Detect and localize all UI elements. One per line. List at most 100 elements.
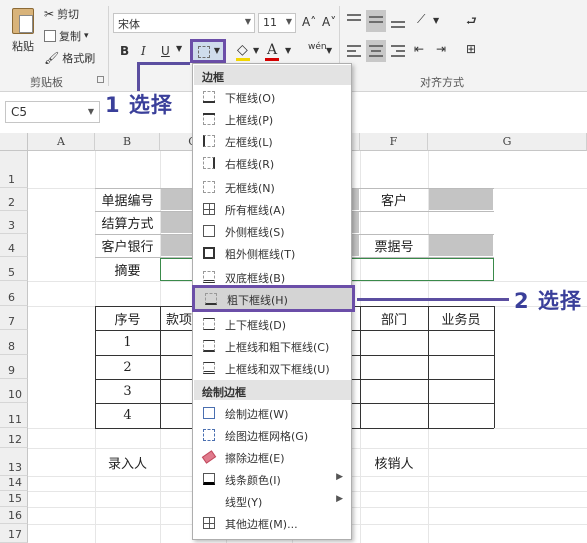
shrink-font-button[interactable]: A˅	[322, 15, 336, 29]
menu-item-more-borders[interactable]: 其他边框(M)...	[194, 512, 351, 534]
menu-item-thick-outside-borders[interactable]: 粗外侧框线(T)	[194, 242, 351, 264]
menu-item-no-border[interactable]: 无框线(N)	[194, 176, 351, 198]
input-cell[interactable]	[161, 212, 192, 233]
format-painter-button[interactable]: 🖌 格式刷	[44, 50, 95, 66]
increase-indent-icon[interactable]: ⇥	[436, 42, 446, 56]
fill-color-icon[interactable]: ◇	[237, 42, 248, 58]
align-left-button[interactable]	[345, 42, 363, 60]
top-double-bottom-border-icon	[203, 362, 215, 374]
align-right-button[interactable]	[389, 42, 407, 60]
font-name-select[interactable]: 宋体 ▼	[113, 13, 255, 33]
row-header[interactable]: 9	[0, 355, 28, 379]
row-header[interactable]: 10	[0, 379, 28, 403]
row-header[interactable]: 6	[0, 281, 28, 306]
column-header-b[interactable]: B	[95, 133, 160, 151]
menu-item-line-style[interactable]: 线型(Y) ▶	[194, 490, 351, 512]
underline-button[interactable]: U	[161, 44, 170, 58]
select-all-corner[interactable]	[0, 133, 28, 151]
decrease-indent-icon[interactable]: ⇤	[414, 42, 424, 56]
cell-b2[interactable]: 单据编号	[95, 188, 160, 211]
copy-button[interactable]: 复制 ▾	[44, 28, 89, 44]
copy-dropdown-icon[interactable]: ▾	[84, 31, 89, 41]
cell-b4[interactable]: 客户银行	[95, 234, 160, 257]
pinyin-button[interactable]: wén	[308, 42, 327, 52]
paste-button[interactable]: 粘贴	[8, 6, 38, 60]
cell-b11[interactable]: 4	[95, 403, 160, 428]
row-header[interactable]: 1	[0, 151, 28, 188]
cell-b8[interactable]: 1	[95, 330, 160, 355]
menu-item-all-borders[interactable]: 所有框线(A)	[194, 198, 351, 220]
borders-button[interactable]: ▼	[190, 39, 226, 63]
row-header[interactable]: 2	[0, 188, 28, 211]
cell-b10[interactable]: 3	[95, 379, 160, 403]
align-middle-button[interactable]	[366, 10, 386, 32]
menu-item-top-thick-bottom-border[interactable]: 上框线和粗下框线(C)	[194, 335, 351, 357]
name-box[interactable]: C5 ▼	[5, 101, 100, 123]
row-header[interactable]: 16	[0, 507, 28, 524]
cut-button[interactable]: ✂ 剪切	[44, 6, 79, 22]
align-center-button[interactable]	[366, 40, 386, 62]
menu-item-draw-border[interactable]: 绘制边框(W)	[194, 402, 351, 424]
menu-item-line-color[interactable]: 线条颜色(I) ▶	[194, 468, 351, 490]
row-header[interactable]: 5	[0, 257, 28, 281]
column-header-g[interactable]: G	[428, 133, 587, 151]
row-header[interactable]: 8	[0, 330, 28, 355]
cell-b9[interactable]: 2	[95, 355, 160, 379]
input-cell[interactable]	[161, 235, 192, 256]
menu-item-outside-borders[interactable]: 外侧框线(S)	[194, 220, 351, 242]
menu-item-bottom-border[interactable]: 下框线(O)	[194, 86, 351, 108]
chevron-down-icon[interactable]: ▼	[253, 46, 259, 55]
cell-b5[interactable]: 摘要	[95, 257, 160, 281]
cell-g7[interactable]: 业务员	[428, 306, 494, 330]
chevron-down-icon[interactable]: ▼	[285, 46, 291, 55]
menu-item-thick-bottom-border[interactable]: 粗下框线(H)	[192, 285, 355, 312]
menu-item-right-border[interactable]: 右框线(R)	[194, 152, 351, 174]
cell-b13[interactable]: 录入人	[95, 448, 160, 476]
menu-item-label: 上框线和粗下框线(C)	[225, 341, 330, 354]
input-cell[interactable]	[429, 235, 493, 256]
chevron-down-icon[interactable]: ▼	[176, 44, 182, 53]
dialog-launcher-icon[interactable]	[97, 76, 104, 83]
menu-item-erase-border[interactable]: 擦除边框(E)	[194, 446, 351, 468]
input-cell[interactable]	[352, 212, 359, 233]
align-bottom-button[interactable]	[389, 12, 407, 28]
row-header[interactable]: 7	[0, 306, 28, 330]
cell-f7[interactable]: 部门	[360, 306, 428, 330]
row-header[interactable]: 13	[0, 448, 28, 476]
wrap-text-icon[interactable]: ⮐	[466, 12, 477, 33]
row-header[interactable]: 4	[0, 234, 28, 257]
align-top-button[interactable]	[345, 12, 363, 28]
orientation-icon[interactable]: ⟋	[417, 12, 425, 27]
cell-b3[interactable]: 结算方式	[95, 211, 160, 234]
row-header[interactable]: 15	[0, 491, 28, 507]
row-header[interactable]: 11	[0, 403, 28, 428]
input-cell[interactable]	[161, 189, 192, 210]
cell-f4[interactable]: 票据号	[360, 234, 428, 257]
menu-item-top-and-bottom-border[interactable]: 上下框线(D)	[194, 313, 351, 335]
menu-item-draw-border-grid[interactable]: 绘图边框网格(G)	[194, 424, 351, 446]
cell-c7[interactable]: 款项	[160, 306, 194, 330]
column-header-f[interactable]: F	[360, 133, 428, 151]
font-color-icon[interactable]: A	[267, 42, 277, 58]
cell-f13[interactable]: 核销人	[360, 448, 428, 476]
chevron-down-icon[interactable]: ▼	[433, 16, 439, 25]
cell-f2[interactable]: 客户	[360, 188, 428, 211]
grow-font-button[interactable]: A˄	[302, 15, 316, 29]
row-header[interactable]: 3	[0, 211, 28, 234]
row-header[interactable]: 17	[0, 524, 28, 543]
input-cell[interactable]	[352, 235, 359, 256]
column-header-a[interactable]: A	[28, 133, 95, 151]
font-size-select[interactable]: 11 ▼	[258, 13, 296, 33]
italic-button[interactable]: I	[141, 44, 146, 58]
menu-item-top-double-bottom-border[interactable]: 上框线和双下框线(U)	[194, 357, 351, 379]
row-header[interactable]: 14	[0, 476, 28, 491]
menu-item-left-border[interactable]: 左框线(L)	[194, 130, 351, 152]
input-cell[interactable]	[352, 189, 359, 210]
cell-b7[interactable]: 序号	[95, 306, 160, 330]
chevron-down-icon[interactable]: ▼	[326, 46, 332, 55]
input-cell[interactable]	[429, 189, 493, 210]
merge-cells-icon[interactable]: ⊞	[466, 42, 476, 56]
row-header[interactable]: 12	[0, 428, 28, 448]
menu-item-top-border[interactable]: 上框线(P)	[194, 108, 351, 130]
bold-button[interactable]: B	[120, 44, 129, 58]
